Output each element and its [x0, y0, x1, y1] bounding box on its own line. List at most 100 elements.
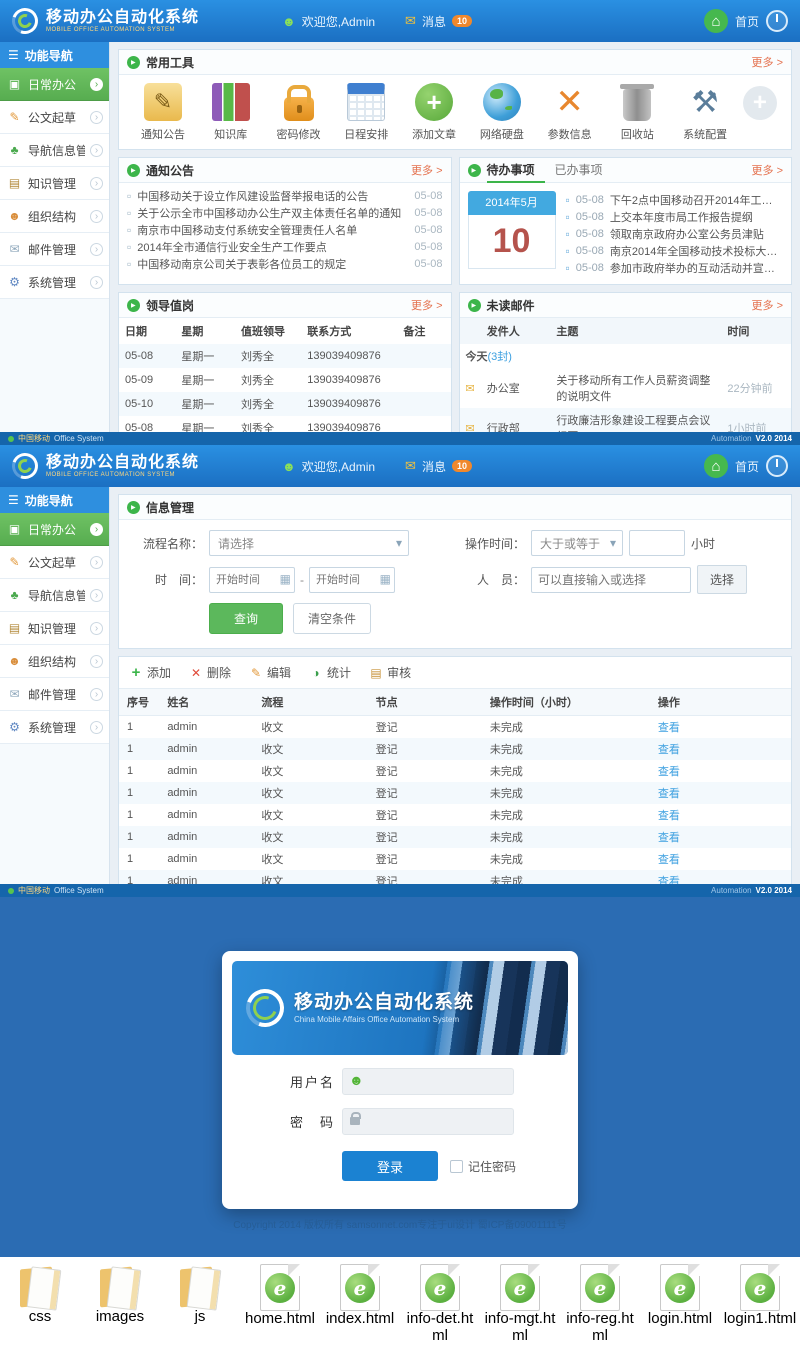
cell-node: 登记 [368, 804, 482, 826]
view-link[interactable]: 查看 [658, 722, 680, 734]
username-field[interactable] [342, 1068, 514, 1095]
sidebar-item-icon [6, 720, 23, 734]
person-input[interactable] [531, 567, 691, 593]
sidebar-item[interactable]: 日常办公 [0, 68, 109, 101]
time-start-field[interactable] [209, 567, 295, 593]
messages-link[interactable]: 消息 [422, 13, 446, 30]
sidebar-item[interactable]: 日常办公 [0, 513, 109, 546]
sidebar-item[interactable]: 系统管理 [0, 266, 109, 299]
todo-text[interactable]: 南京2014年全国移动技术投标大会报名事宜 [610, 243, 783, 259]
sidebar-item[interactable]: 邮件管理 [0, 233, 109, 266]
todo-text[interactable]: 领取南京政府办公室公务员津贴 [610, 226, 783, 242]
view-link[interactable]: 查看 [658, 832, 680, 844]
sidebar-item[interactable]: 公文起草 [0, 101, 109, 134]
mail-row[interactable]: 行政部 行政廉洁形象建设工程要点会议纪要 1小时前 [460, 408, 792, 432]
time-end-field[interactable] [309, 567, 395, 593]
sidebar-item[interactable]: 导航信息管理 [0, 579, 109, 612]
view-link[interactable]: 查看 [658, 854, 680, 866]
sidebar-item[interactable]: 系统管理 [0, 711, 109, 744]
mail-row[interactable]: 办公室 关于移动所有工作人员薪资调整的说明文件 22分钟前 [460, 368, 792, 408]
time-start-input[interactable] [209, 567, 295, 593]
password-field[interactable] [342, 1108, 514, 1135]
time-end-input[interactable] [309, 567, 395, 593]
process-select[interactable]: 请选择 [209, 530, 409, 556]
sidebar-item[interactable]: 组织结构 [0, 200, 109, 233]
tool-shortcut[interactable]: 日程安排 [336, 83, 396, 143]
optime-input[interactable] [629, 530, 685, 556]
tool-shortcut[interactable]: 系统配置 [675, 83, 735, 143]
mail-more-link[interactable]: 更多 > [752, 297, 783, 313]
toolbar-button[interactable]: 删除 [189, 664, 231, 681]
query-button[interactable]: 查询 [209, 603, 283, 634]
home-icon[interactable] [704, 454, 728, 478]
view-link[interactable]: 查看 [658, 788, 680, 800]
duty-more-link[interactable]: 更多 > [411, 297, 442, 313]
remember-checkbox[interactable] [450, 1160, 463, 1173]
tool-shortcut[interactable]: 参数信息 [540, 83, 600, 143]
tools-more-link[interactable]: 更多 > [752, 54, 783, 70]
home-link[interactable]: 首页 [735, 458, 759, 475]
notice-text[interactable]: 中国移动南京公司关于表彰各位员工的规定 [137, 256, 408, 272]
file-item[interactable]: js [160, 1263, 240, 1357]
duty-col-leader: 值班领导 [235, 318, 301, 344]
logout-power-icon[interactable] [766, 10, 788, 32]
toolbar-button[interactable]: 统计 [309, 664, 351, 681]
view-link[interactable]: 查看 [658, 876, 680, 884]
tool-shortcut[interactable]: 添加文章 [404, 83, 464, 143]
todo-more-link[interactable]: 更多 > [752, 162, 783, 178]
mail-subject[interactable]: 关于移动所有工作人员薪资调整的说明文件 [550, 368, 721, 408]
notice-text[interactable]: 南京市中国移动支付系统安全管理责任人名单 [137, 222, 408, 238]
tool-shortcut[interactable]: 通知公告 [133, 83, 193, 143]
username-label: 用户名 [290, 1072, 342, 1091]
tab-done[interactable]: 已办事项 [545, 158, 613, 183]
notice-text[interactable]: 2014年全市通信行业安全生产工作要点 [137, 239, 408, 255]
sidebar-item[interactable]: 知识管理 [0, 167, 109, 200]
todo-text[interactable]: 参加市政府举办的互动活动并宣传单位 [610, 260, 783, 276]
add-tool-icon[interactable] [743, 86, 777, 120]
home-link[interactable]: 首页 [735, 13, 759, 30]
todo-text[interactable]: 上交本年度市局工作报告提纲 [610, 209, 783, 225]
sidebar-item[interactable]: 知识管理 [0, 612, 109, 645]
message-icon[interactable] [405, 458, 416, 474]
mail-subject[interactable]: 行政廉洁形象建设工程要点会议纪要 [550, 408, 721, 432]
notice-text[interactable]: 中国移动关于设立作风建设监督举报电话的公告 [137, 188, 408, 204]
tool-shortcut[interactable]: 网络硬盘 [472, 83, 532, 143]
chevron-right-icon [90, 210, 103, 223]
tab-todo[interactable]: 待办事项 [487, 158, 545, 183]
person-select-button[interactable]: 选择 [697, 565, 747, 594]
bullet-icon [127, 223, 131, 237]
login-button[interactable]: 登录 [342, 1151, 438, 1181]
file-item[interactable]: info-mgt.html [480, 1263, 560, 1357]
file-item[interactable]: css [0, 1263, 80, 1357]
view-link[interactable]: 查看 [658, 744, 680, 756]
sidebar-item[interactable]: 公文起草 [0, 546, 109, 579]
tool-shortcut[interactable]: 知识库 [201, 83, 261, 143]
logout-power-icon[interactable] [766, 455, 788, 477]
home-icon[interactable] [704, 9, 728, 33]
toolbar-button[interactable]: 添加 [129, 664, 171, 681]
tool-shortcut[interactable]: 密码修改 [269, 83, 329, 143]
todo-text[interactable]: 下午2点中国移动召开2014年工作会议 [610, 192, 783, 208]
cell-no: 1 [119, 870, 159, 884]
file-item[interactable]: home.html [240, 1263, 320, 1357]
sidebar-item[interactable]: 组织结构 [0, 645, 109, 678]
message-icon[interactable] [405, 13, 416, 29]
file-item[interactable]: login1.html [720, 1263, 800, 1357]
file-item[interactable]: info-reg.html [560, 1263, 640, 1357]
toolbar-button[interactable]: 审核 [369, 664, 411, 681]
file-item[interactable]: info-det.html [400, 1263, 480, 1357]
file-item[interactable]: index.html [320, 1263, 400, 1357]
messages-link[interactable]: 消息 [422, 458, 446, 475]
optime-select[interactable]: 大于或等于 [531, 530, 623, 556]
sidebar-item[interactable]: 导航信息管理 [0, 134, 109, 167]
notices-more-link[interactable]: 更多 > [411, 162, 442, 178]
sidebar-item[interactable]: 邮件管理 [0, 678, 109, 711]
view-link[interactable]: 查看 [658, 766, 680, 778]
tool-shortcut[interactable]: 回收站 [607, 83, 667, 143]
file-item[interactable]: login.html [640, 1263, 720, 1357]
notice-text[interactable]: 关于公示全市中国移动办公生产双主体责任名单的通知 [137, 205, 408, 221]
view-link[interactable]: 查看 [658, 810, 680, 822]
toolbar-button[interactable]: 编辑 [249, 664, 291, 681]
clear-button[interactable]: 清空条件 [293, 603, 371, 634]
file-item[interactable]: images [80, 1263, 160, 1357]
